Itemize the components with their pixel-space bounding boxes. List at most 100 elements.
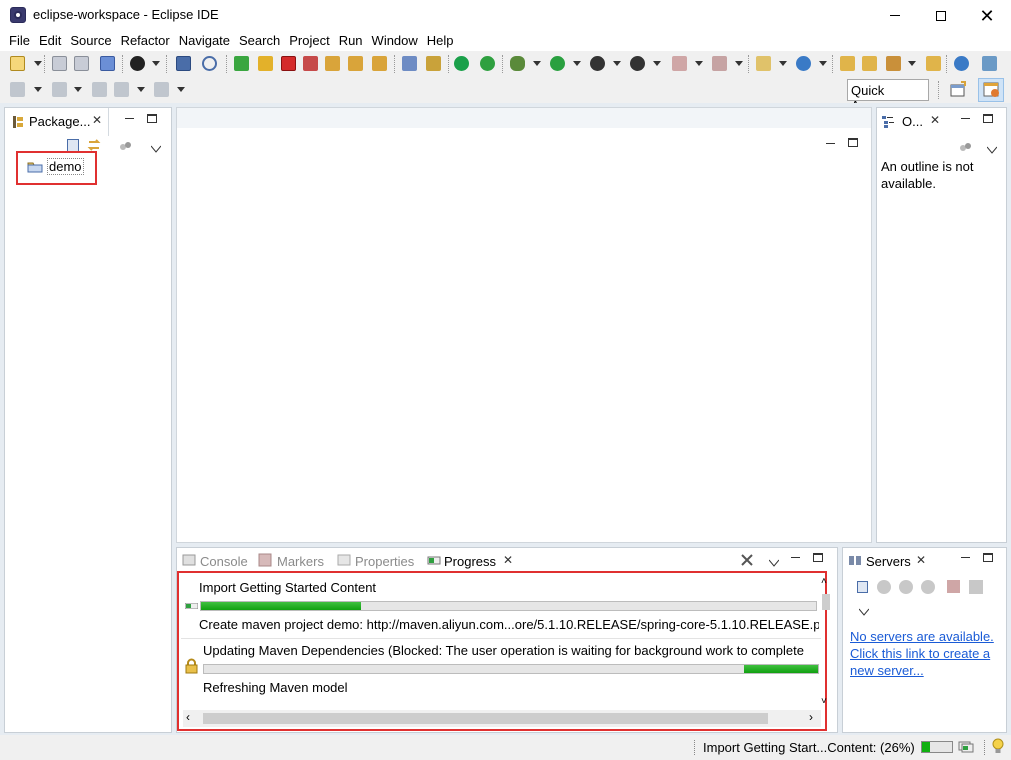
close-icon[interactable]: ✕ (916, 553, 926, 567)
open-project-icon[interactable] (862, 56, 877, 71)
menu-refactor[interactable]: Refactor (117, 31, 175, 51)
menu-source[interactable]: Source (66, 31, 116, 51)
save-all-icon[interactable] (74, 56, 89, 71)
use-step-filters-icon[interactable] (402, 56, 417, 71)
link-with-editor-icon[interactable] (87, 138, 101, 152)
chevron-down-icon[interactable] (533, 61, 541, 66)
scroll-up-icon[interactable]: ˄ (821, 576, 827, 587)
step-into-icon[interactable] (325, 56, 340, 71)
chevron-down-icon[interactable] (653, 61, 661, 66)
menu-project[interactable]: Project (285, 31, 334, 51)
external-tools-icon[interactable] (630, 56, 645, 71)
progress-view-icon[interactable] (958, 741, 974, 753)
debug-server-icon[interactable] (877, 580, 891, 594)
horizontal-scrollbar[interactable]: ‹ › (183, 710, 821, 727)
chevron-down-icon[interactable] (695, 61, 703, 66)
stop-server-icon[interactable] (947, 580, 960, 593)
tab-progress[interactable]: Progress ✕ (423, 548, 521, 572)
no-servers-link[interactable]: No servers are available. (850, 629, 994, 644)
maximize-view-icon[interactable] (983, 114, 993, 123)
status-progress-text[interactable]: Import Getting Start...Content: (26%) (703, 740, 915, 755)
run-icon[interactable] (550, 56, 565, 71)
new-server-link[interactable]: new server... (850, 663, 924, 678)
menu-search[interactable]: Search (235, 31, 285, 51)
last-edit-location-icon[interactable] (92, 82, 107, 97)
drop-to-frame-icon[interactable] (426, 56, 441, 71)
minimize-button[interactable] (872, 0, 918, 31)
tab-package-explorer[interactable]: Package... ✕ (5, 108, 109, 136)
new-java-class-icon[interactable] (796, 56, 811, 71)
chevron-down-icon[interactable] (819, 61, 827, 66)
profile-icon[interactable] (130, 56, 145, 71)
tab-markers[interactable]: Markers (277, 554, 324, 569)
quick-access-field[interactable]: Quick Access (847, 79, 929, 113)
maximize-view-icon[interactable] (983, 553, 993, 562)
tab-console[interactable]: Console (200, 554, 248, 569)
menu-edit[interactable]: Edit (35, 31, 66, 51)
chevron-down-icon[interactable] (177, 87, 185, 92)
scroll-right-icon[interactable]: › (809, 710, 813, 724)
skip-breakpoints-icon[interactable] (202, 56, 217, 71)
profile-server-icon[interactable] (921, 580, 935, 594)
next-annotation-icon[interactable] (10, 82, 25, 97)
chevron-down-icon[interactable] (779, 61, 787, 66)
save-icon[interactable] (52, 56, 67, 71)
search-tools-icon[interactable] (886, 56, 901, 71)
open-folder-icon[interactable] (840, 56, 855, 71)
close-icon[interactable]: ✕ (503, 553, 513, 567)
maximize-view-icon[interactable] (813, 553, 823, 562)
forward-icon[interactable] (154, 82, 169, 97)
terminate-icon[interactable] (281, 56, 296, 71)
menu-run[interactable]: Run (335, 31, 368, 51)
publish-icon[interactable] (712, 56, 727, 71)
view-menu-icon[interactable] (150, 141, 162, 153)
remove-all-finished-button[interactable] (739, 553, 755, 567)
perspective-run-icon[interactable] (982, 56, 997, 71)
maximize-view-icon[interactable] (848, 138, 858, 147)
previous-annotation-icon[interactable] (52, 82, 67, 97)
scrollbar-thumb[interactable] (822, 594, 830, 610)
menu-help[interactable]: Help (423, 31, 459, 51)
disconnect-icon[interactable] (303, 56, 318, 71)
tab-outline[interactable]: O... ✕ (877, 108, 945, 136)
minimize-view-icon[interactable] (961, 118, 970, 119)
maximize-view-icon[interactable] (147, 114, 157, 123)
view-menu-icon[interactable] (768, 555, 780, 567)
focus-icon[interactable] (959, 141, 972, 152)
tree-item-demo[interactable]: demo (47, 158, 84, 175)
collapse-all-icon[interactable] (857, 581, 868, 593)
open-perspective-button[interactable] (948, 80, 968, 100)
web-browser-icon[interactable] (954, 56, 969, 71)
chevron-down-icon[interactable] (74, 87, 82, 92)
new-icon[interactable] (10, 56, 25, 71)
scroll-down-icon[interactable]: ˅ (821, 696, 827, 707)
stop-server-icon[interactable] (672, 56, 687, 71)
minimize-view-icon[interactable] (961, 557, 970, 558)
open-type-icon[interactable] (100, 56, 115, 71)
start-server-icon[interactable] (899, 580, 913, 594)
chevron-down-icon[interactable] (573, 61, 581, 66)
view-menu-icon[interactable] (858, 604, 870, 616)
java-ee-perspective-button[interactable] (978, 78, 1004, 102)
tab-servers[interactable]: Servers ✕ (843, 548, 935, 572)
menu-file[interactable]: File (5, 31, 35, 51)
power-icon[interactable] (454, 56, 469, 71)
maximize-button[interactable] (918, 0, 964, 31)
view-menu-icon[interactable] (986, 142, 998, 154)
minimize-view-icon[interactable] (791, 557, 800, 558)
resume-icon[interactable] (234, 56, 249, 71)
close-icon[interactable]: ✕ (92, 113, 102, 127)
vertical-scrollbar[interactable]: ˄ ˅ (820, 576, 832, 708)
chevron-down-icon[interactable] (137, 87, 145, 92)
status-progress-bar[interactable] (921, 741, 953, 753)
close-window-button[interactable]: ✕ (964, 0, 1010, 31)
step-return-icon[interactable] (372, 56, 387, 71)
scroll-left-icon[interactable]: ‹ (186, 710, 190, 724)
debug-icon[interactable] (510, 56, 525, 71)
chevron-down-icon[interactable] (613, 61, 621, 66)
lightbulb-icon[interactable] (992, 738, 1004, 756)
chevron-down-icon[interactable] (34, 61, 42, 66)
publish-icon[interactable] (969, 580, 983, 594)
back-icon[interactable] (114, 82, 129, 97)
new-server-icon[interactable] (756, 56, 771, 71)
